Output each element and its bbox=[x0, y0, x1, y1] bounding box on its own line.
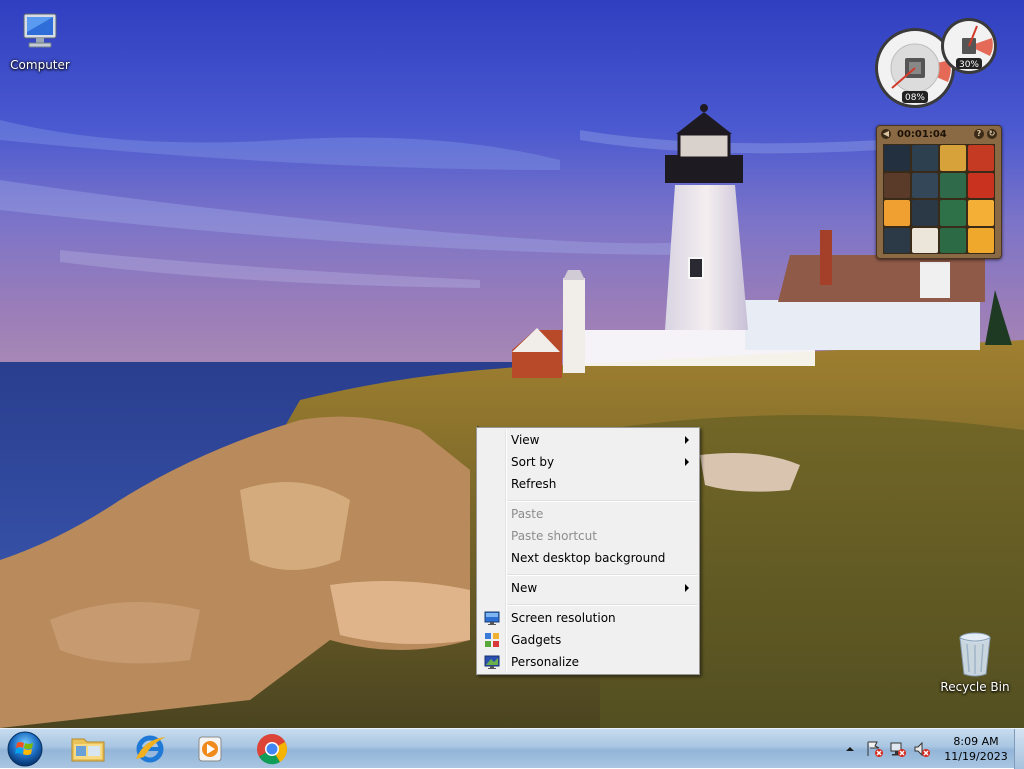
recycle-bin-desktop-icon[interactable]: Recycle Bin bbox=[935, 630, 1015, 694]
menu-separator bbox=[507, 574, 697, 576]
start-orb-icon[interactable] bbox=[6, 730, 44, 768]
puzzle-tile[interactable] bbox=[884, 172, 910, 198]
memory-percent: 30% bbox=[959, 60, 979, 70]
cpu-meter-gadget[interactable]: 08% 30% bbox=[872, 16, 1002, 112]
submenu-arrow-icon bbox=[685, 436, 689, 444]
menu-item-refresh[interactable]: Refresh bbox=[479, 473, 697, 495]
desktop-context-menu: View Sort by Refresh Paste Paste shortcu… bbox=[476, 427, 700, 675]
computer-label: Computer bbox=[10, 58, 70, 72]
recycle-bin-label: Recycle Bin bbox=[940, 680, 1010, 694]
clock-time: 8:09 AM bbox=[953, 735, 999, 748]
submenu-arrow-icon bbox=[685, 458, 689, 466]
puzzle-tile[interactable] bbox=[884, 145, 910, 171]
menu-item-personalize[interactable]: Personalize bbox=[479, 651, 697, 673]
menu-item-screen-resolution[interactable]: Screen resolution bbox=[479, 607, 697, 629]
puzzle-tile[interactable] bbox=[968, 227, 994, 253]
menu-item-sort-by[interactable]: Sort by bbox=[479, 451, 697, 473]
puzzle-tile[interactable] bbox=[968, 145, 994, 171]
action-center-icon[interactable] bbox=[866, 740, 884, 758]
puzzle-tile[interactable] bbox=[912, 145, 938, 171]
puzzle-tile[interactable] bbox=[912, 172, 938, 198]
puzzle-tile[interactable] bbox=[884, 200, 910, 226]
internet-explorer-icon[interactable] bbox=[124, 731, 176, 767]
menu-item-new[interactable]: New bbox=[479, 577, 697, 599]
menu-item-paste[interactable]: Paste bbox=[479, 503, 697, 525]
personalize-icon bbox=[484, 655, 500, 669]
puzzle-timer: 00:01:04 bbox=[897, 128, 947, 140]
puzzle-tile[interactable] bbox=[912, 200, 938, 226]
media-player-icon[interactable] bbox=[184, 731, 236, 767]
help-icon[interactable]: ? bbox=[974, 129, 984, 139]
cpu-percent: 08% bbox=[905, 93, 925, 103]
desktop[interactable]: Computer Recycle Bin 08% 30% ◀ 00:01:04 bbox=[0, 0, 1024, 728]
back-icon[interactable]: ◀ bbox=[881, 129, 891, 139]
file-explorer-icon[interactable] bbox=[62, 731, 114, 767]
taskbar: 8:09 AM 11/19/2023 bbox=[0, 728, 1024, 769]
volume-muted-icon[interactable] bbox=[913, 740, 931, 758]
computer-icon bbox=[23, 13, 57, 48]
menu-item-next-desktop-background[interactable]: Next desktop background bbox=[479, 547, 697, 569]
puzzle-tile[interactable] bbox=[968, 200, 994, 226]
recycle-bin-icon bbox=[959, 632, 991, 677]
computer-desktop-icon[interactable]: Computer bbox=[0, 8, 80, 72]
display-icon bbox=[484, 611, 500, 625]
puzzle-tile[interactable] bbox=[940, 145, 966, 171]
gadgets-icon bbox=[485, 633, 499, 647]
network-icon[interactable] bbox=[889, 740, 907, 758]
chrome-icon[interactable] bbox=[246, 731, 298, 767]
menu-item-gadgets[interactable]: Gadgets bbox=[479, 629, 697, 651]
picture-puzzle-gadget[interactable]: ◀ 00:01:04 ? ↻ bbox=[876, 125, 1002, 259]
taskbar-clock[interactable]: 8:09 AM 11/19/2023 bbox=[940, 734, 1012, 764]
clock-date: 11/19/2023 bbox=[944, 750, 1008, 763]
puzzle-tile[interactable] bbox=[940, 227, 966, 253]
menu-item-view[interactable]: View bbox=[479, 429, 697, 451]
puzzle-tile[interactable] bbox=[940, 200, 966, 226]
puzzle-tile[interactable] bbox=[968, 172, 994, 198]
puzzle-header: ◀ 00:01:04 ? ↻ bbox=[877, 126, 1001, 142]
puzzle-grid bbox=[883, 144, 995, 254]
puzzle-tile[interactable] bbox=[940, 172, 966, 198]
menu-item-paste-shortcut[interactable]: Paste shortcut bbox=[479, 525, 697, 547]
show-desktop-button[interactable] bbox=[1014, 729, 1024, 769]
puzzle-tile[interactable] bbox=[912, 227, 938, 253]
submenu-arrow-icon bbox=[685, 584, 689, 592]
menu-separator bbox=[507, 500, 697, 502]
show-hidden-icons-icon[interactable] bbox=[844, 743, 856, 755]
shuffle-icon[interactable]: ↻ bbox=[987, 129, 997, 139]
puzzle-tile[interactable] bbox=[884, 227, 910, 253]
menu-separator bbox=[507, 604, 697, 606]
